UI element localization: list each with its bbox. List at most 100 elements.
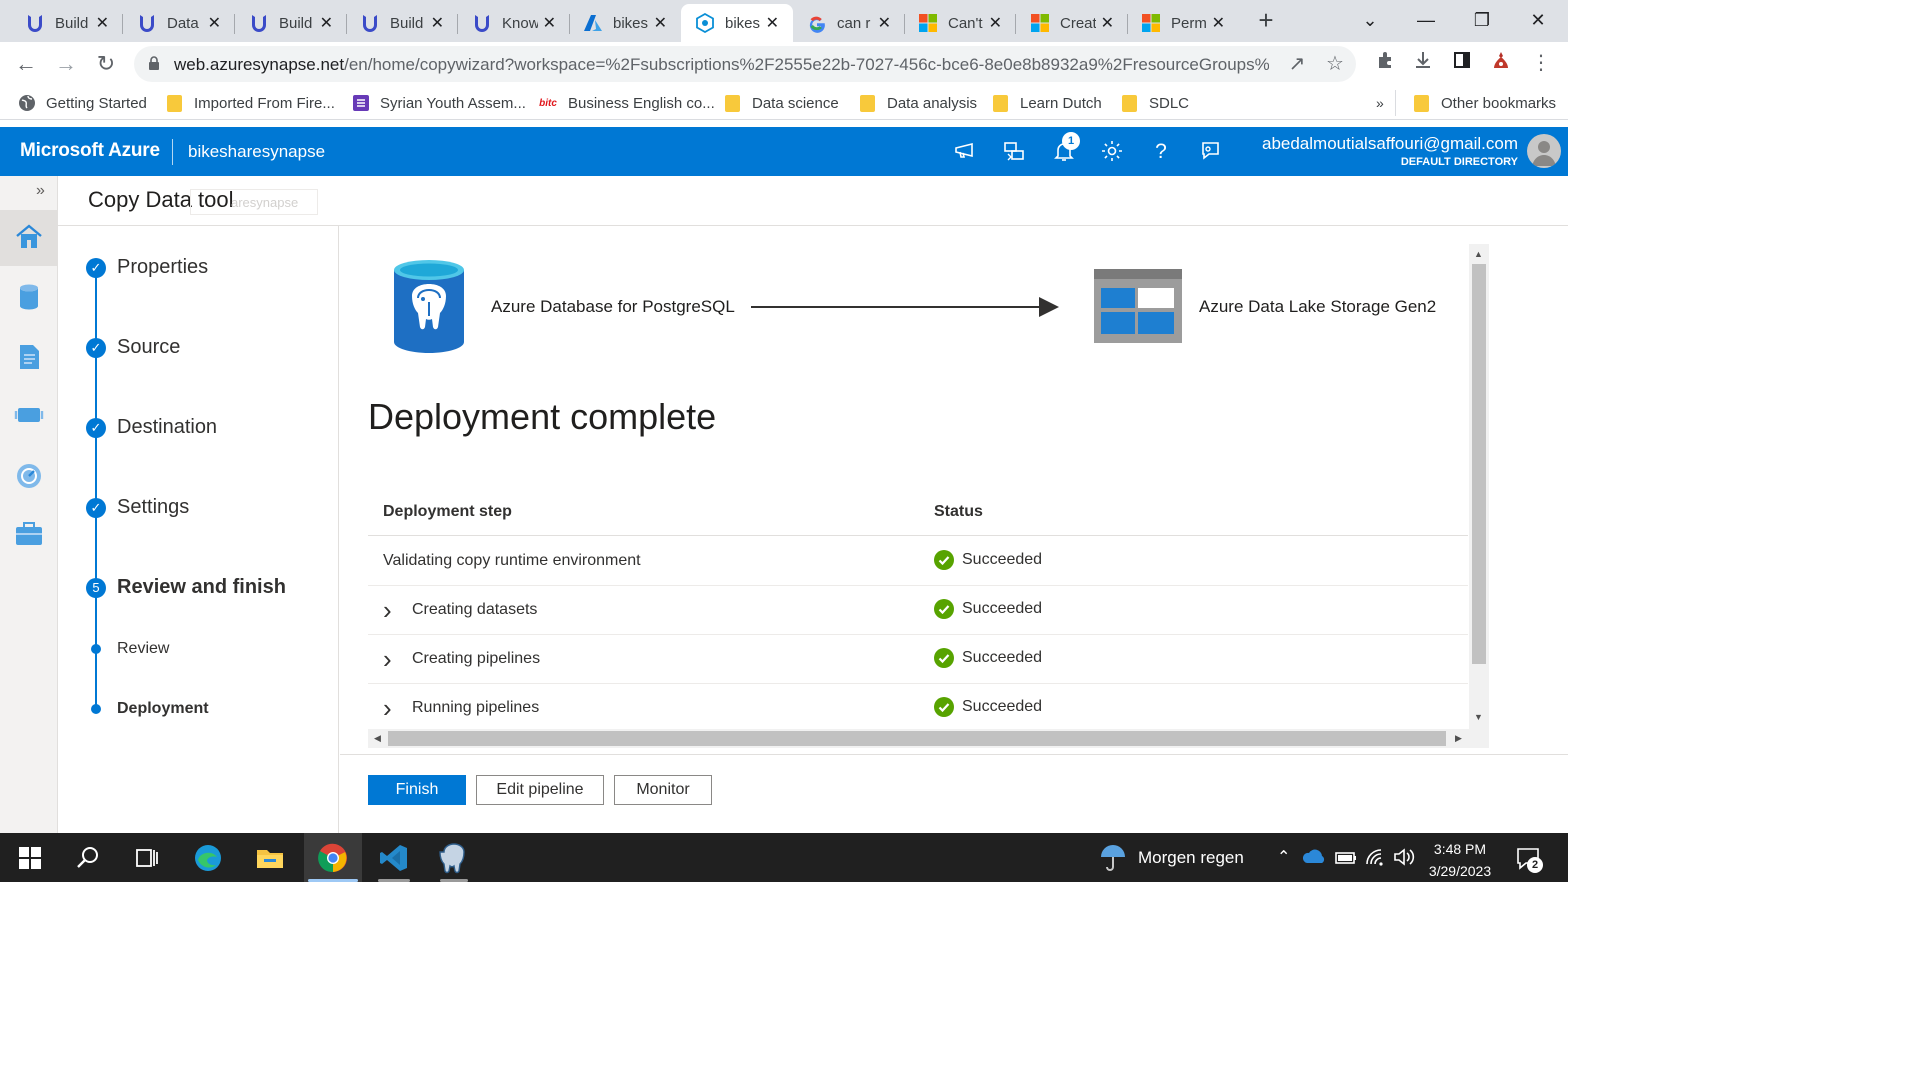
- integrate-icon[interactable]: [14, 400, 44, 430]
- browser-tab[interactable]: bikes ✕: [569, 4, 681, 42]
- close-tab-icon[interactable]: ✕: [654, 13, 667, 33]
- brand-name[interactable]: Microsoft Azure: [20, 140, 160, 162]
- new-tab-button[interactable]: +: [1252, 7, 1280, 34]
- file-explorer-icon[interactable]: [254, 842, 286, 874]
- wifi-icon[interactable]: [1363, 844, 1389, 870]
- profile-extension-icon[interactable]: [1488, 50, 1514, 76]
- bookmark-sdlc[interactable]: SDLC: [1122, 92, 1189, 114]
- browser-tab[interactable]: Can't ✕: [904, 4, 1016, 42]
- finish-button[interactable]: Finish: [368, 775, 466, 805]
- switch-workspace-icon[interactable]: [1001, 139, 1027, 165]
- bookmark-data-analysis[interactable]: Data analysis: [860, 92, 977, 114]
- search-icon[interactable]: [72, 842, 104, 874]
- download-icon[interactable]: [1410, 50, 1436, 76]
- develop-icon[interactable]: [14, 342, 44, 372]
- browser-tab[interactable]: Data ✕: [123, 4, 235, 42]
- workspace-name[interactable]: bikesharesynapse: [188, 142, 325, 162]
- close-tab-icon[interactable]: ✕: [989, 13, 1002, 33]
- wizard-step-destination[interactable]: ✓ Destination: [86, 416, 217, 439]
- restore-button[interactable]: ❐: [1462, 6, 1502, 34]
- share-icon[interactable]: ↗: [1286, 53, 1308, 75]
- url-text[interactable]: web.azuresynapse.net/en/home/copywizard?…: [174, 55, 1269, 75]
- scroll-left-arrow-icon[interactable]: ◀: [374, 733, 381, 744]
- close-tab-icon[interactable]: ✕: [766, 13, 779, 33]
- browser-tab[interactable]: Know ✕: [458, 4, 570, 42]
- browser-tab[interactable]: Build ✕: [346, 4, 458, 42]
- extensions-icon[interactable]: [1372, 50, 1398, 76]
- weather-text[interactable]: Morgen regen: [1138, 848, 1244, 868]
- table-row[interactable]: › Creating datasets Succeeded: [368, 586, 1468, 635]
- browser-tab[interactable]: Build ✕: [235, 4, 347, 42]
- close-tab-icon[interactable]: ✕: [320, 13, 333, 33]
- bookmark-syrian-youth[interactable]: Syrian Youth Assem...: [352, 92, 526, 114]
- side-panel-icon[interactable]: [1449, 50, 1475, 76]
- bookmark-other-bookmarks[interactable]: Other bookmarks: [1414, 92, 1556, 114]
- horizontal-scroll-thumb[interactable]: [388, 731, 1446, 746]
- close-tab-icon[interactable]: ✕: [431, 13, 444, 33]
- browser-tab[interactable]: Build ✕: [11, 4, 123, 42]
- column-header-status[interactable]: Status: [934, 503, 983, 521]
- close-window-button[interactable]: ✕: [1518, 6, 1558, 34]
- scroll-up-arrow-icon[interactable]: ▲: [1474, 249, 1483, 259]
- monitor-icon[interactable]: [14, 461, 44, 491]
- browser-tab[interactable]: Creat ✕: [1016, 4, 1128, 42]
- edge-browser-icon[interactable]: [192, 842, 224, 874]
- wizard-step-properties[interactable]: ✓ Properties: [86, 256, 208, 279]
- wizard-substep-review[interactable]: Review: [91, 640, 169, 658]
- bookmark-star-icon[interactable]: ☆: [1324, 53, 1346, 75]
- bookmark-learn-dutch[interactable]: Learn Dutch: [993, 92, 1102, 114]
- avatar[interactable]: [1527, 134, 1561, 168]
- user-account[interactable]: abedalmoutialsaffouri@gmail.com DEFAULT …: [1262, 134, 1518, 168]
- show-hidden-icons-icon[interactable]: ⌃: [1277, 847, 1290, 867]
- chrome-icon[interactable]: [317, 842, 349, 874]
- wizard-substep-deployment[interactable]: Deployment: [91, 700, 209, 718]
- bookmarks-overflow-button[interactable]: »: [1376, 92, 1384, 114]
- vertical-scroll-thumb[interactable]: [1472, 264, 1486, 664]
- chrome-menu-icon[interactable]: ⋮: [1528, 50, 1554, 76]
- task-view-icon[interactable]: [130, 842, 162, 874]
- expand-nav-icon[interactable]: »: [36, 182, 45, 200]
- browser-tab[interactable]: Perm ✕: [1127, 4, 1239, 42]
- bookmark-imported-from-firefox[interactable]: Imported From Fire...: [167, 92, 335, 114]
- horizontal-scrollbar[interactable]: ◀ ▶: [368, 729, 1489, 748]
- close-tab-icon[interactable]: ✕: [878, 13, 891, 33]
- chevron-right-icon[interactable]: ›: [383, 695, 397, 721]
- browser-tab[interactable]: can r ✕: [793, 4, 905, 42]
- settings-gear-icon[interactable]: [1099, 139, 1125, 165]
- home-icon[interactable]: [14, 222, 44, 252]
- chevron-right-icon[interactable]: ›: [383, 597, 397, 623]
- close-tab-icon[interactable]: ✕: [1101, 13, 1114, 33]
- close-tab-icon[interactable]: ✕: [543, 13, 556, 33]
- data-icon[interactable]: [14, 282, 44, 312]
- table-row[interactable]: › Creating pipelines Succeeded: [368, 635, 1468, 684]
- vertical-scrollbar[interactable]: ▲ ▼: [1469, 244, 1489, 729]
- monitor-button[interactable]: Monitor: [614, 775, 712, 805]
- scroll-down-arrow-icon[interactable]: ▼: [1474, 712, 1483, 722]
- wizard-step-review-and-finish[interactable]: 5 Review and finish: [86, 576, 286, 599]
- bookmark-business-english[interactable]: bitc Business English co...: [538, 92, 715, 114]
- help-icon[interactable]: ?: [1148, 139, 1174, 165]
- reload-button[interactable]: ↻: [92, 50, 120, 78]
- bookmark-getting-started[interactable]: Getting Started: [18, 92, 147, 114]
- close-tab-icon[interactable]: ✕: [1212, 13, 1225, 33]
- edit-pipeline-button[interactable]: Edit pipeline: [476, 775, 604, 805]
- wizard-step-settings[interactable]: ✓ Settings: [86, 496, 189, 519]
- pgadmin-icon[interactable]: [438, 842, 470, 874]
- announcements-icon[interactable]: [952, 139, 978, 165]
- volume-icon[interactable]: [1391, 844, 1417, 870]
- windows-start-icon[interactable]: [14, 842, 46, 874]
- lock-icon[interactable]: [148, 56, 160, 70]
- omnibox[interactable]: web.azuresynapse.net/en/home/copywizard?…: [134, 46, 1356, 82]
- manage-icon[interactable]: [14, 519, 44, 549]
- back-button[interactable]: ←: [12, 50, 40, 78]
- minimize-button[interactable]: —: [1406, 6, 1446, 34]
- system-clock[interactable]: 3:48 PM 3/29/2023: [1420, 838, 1500, 882]
- chevron-right-icon[interactable]: ›: [383, 646, 397, 672]
- feedback-icon[interactable]: [1197, 139, 1223, 165]
- table-row[interactable]: › Running pipelines Succeeded: [368, 684, 1468, 733]
- bookmark-data-science[interactable]: Data science: [725, 92, 839, 114]
- close-tab-icon[interactable]: ✕: [208, 13, 221, 33]
- onedrive-icon[interactable]: [1302, 844, 1328, 870]
- wizard-step-source[interactable]: ✓ Source: [86, 336, 180, 359]
- column-header-step[interactable]: Deployment step: [383, 503, 512, 521]
